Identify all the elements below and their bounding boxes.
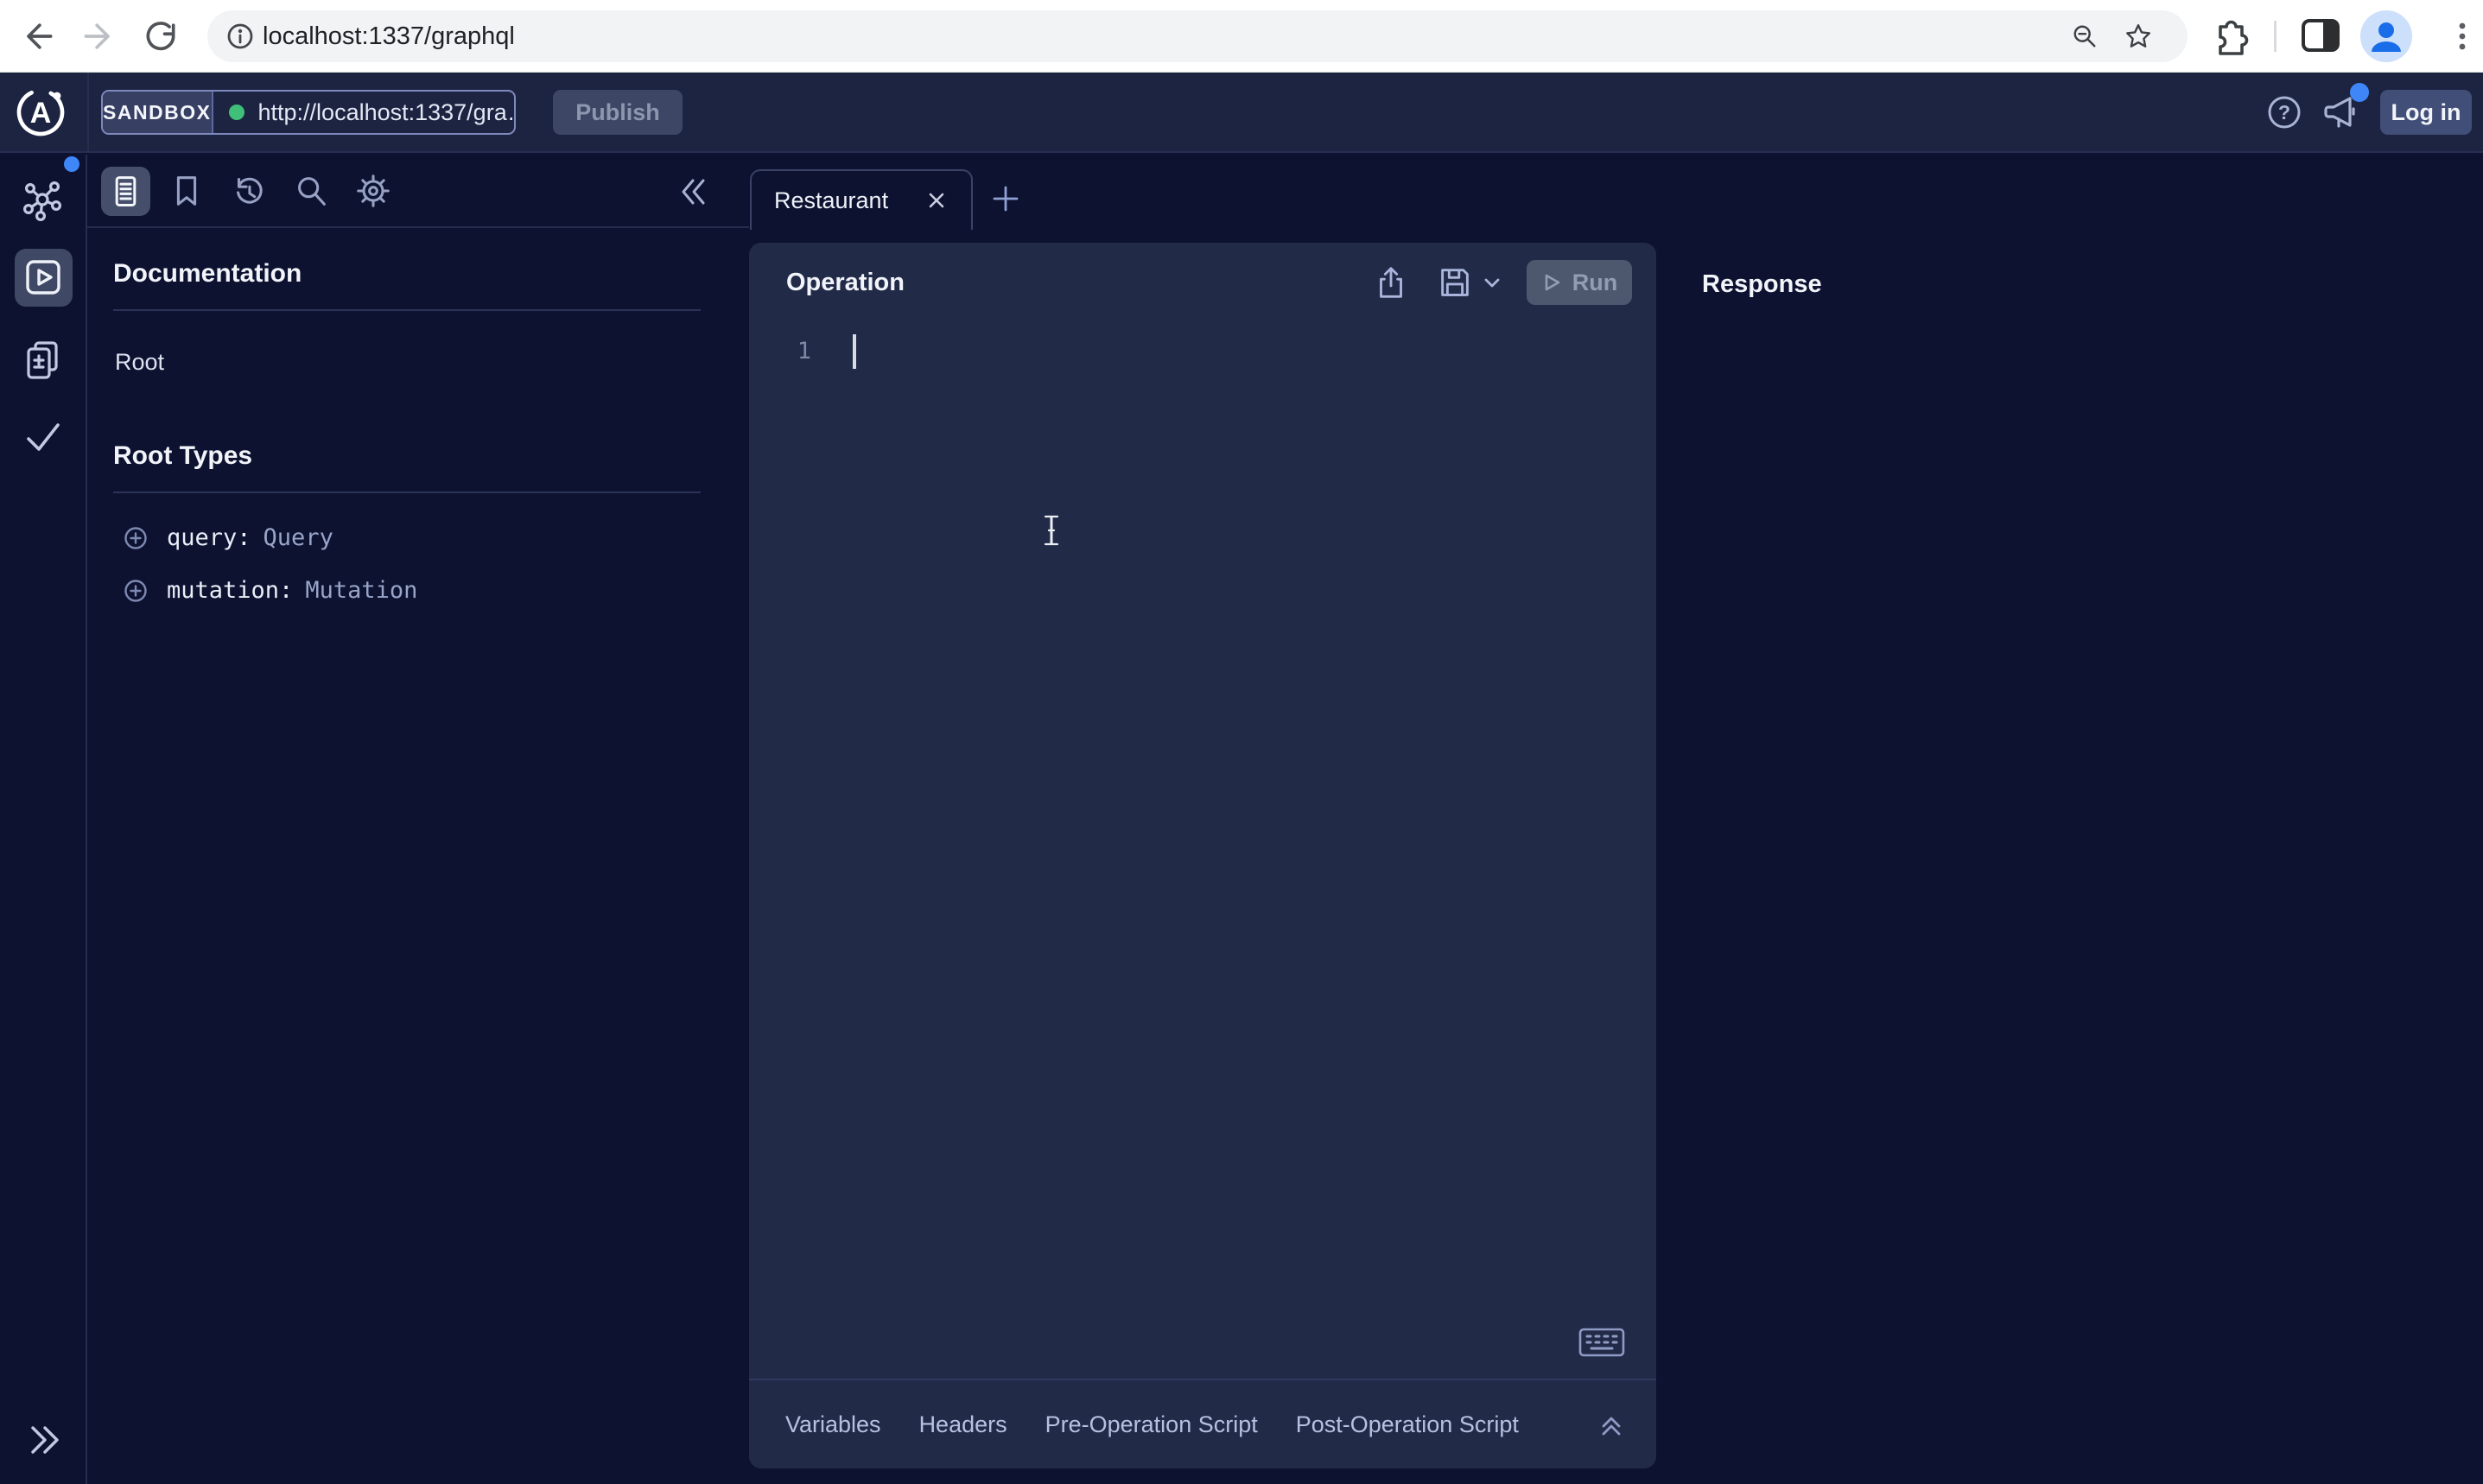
operation-header: Operation Run — [749, 243, 1656, 322]
left-rail — [0, 155, 87, 1484]
header-divider — [87, 73, 89, 153]
documentation-panel: Documentation Root Root Types query: Quer… — [87, 155, 749, 1484]
settings-gear-icon[interactable] — [353, 171, 393, 211]
bookmark-icon[interactable] — [167, 171, 206, 211]
publish-button[interactable]: Publish — [553, 90, 683, 135]
operation-collection-icon[interactable] — [21, 337, 66, 382]
field-type[interactable]: Mutation — [305, 577, 417, 604]
endpoint-url[interactable]: http://localhost:1337/gra… — [258, 99, 516, 126]
pre-operation-script-tab[interactable]: Pre-Operation Script — [1045, 1411, 1258, 1438]
root-type-row-query: query: Query — [124, 524, 701, 551]
checks-icon[interactable] — [21, 415, 66, 460]
operation-footer: Variables Headers Pre-Operation Script P… — [749, 1379, 1656, 1468]
apollo-logo[interactable]: A — [13, 85, 68, 140]
help-icon[interactable]: ? — [2262, 90, 2307, 135]
kebab-menu-icon[interactable] — [2442, 16, 2483, 57]
svg-text:?: ? — [2278, 101, 2290, 124]
extensions-icon[interactable] — [2208, 16, 2250, 57]
connection-status-dot — [229, 105, 244, 120]
operation-panel: Operation Run 1 Variables Heade — [749, 243, 1656, 1468]
rail-item-explorer-active[interactable] — [15, 249, 73, 307]
doc-title: Documentation — [113, 259, 701, 289]
zoom-out-icon[interactable] — [2072, 23, 2098, 49]
post-operation-script-tab[interactable]: Post-Operation Script — [1296, 1411, 1519, 1438]
info-icon[interactable] — [226, 22, 254, 50]
save-group[interactable] — [1435, 263, 1502, 302]
star-icon[interactable] — [2124, 22, 2153, 51]
forward-icon[interactable] — [79, 17, 117, 55]
app-body: Documentation Root Root Types query: Quer… — [0, 155, 2483, 1484]
sandbox-badge[interactable]: SANDBOX — [103, 92, 213, 133]
operation-editor[interactable]: 1 — [749, 322, 1656, 1379]
play-icon — [1541, 272, 1562, 293]
schema-graph-icon[interactable] — [21, 181, 66, 225]
new-tab-icon[interactable] — [989, 182, 1022, 215]
svg-text:A: A — [30, 97, 52, 130]
field-name[interactable]: mutation: — [167, 577, 293, 604]
doc-root-link[interactable]: Root — [115, 349, 701, 376]
divider — [113, 491, 701, 493]
side-panel-icon[interactable] — [2300, 16, 2341, 57]
schema-notification-dot — [64, 156, 79, 172]
keyboard-icon[interactable] — [1578, 1327, 1625, 1358]
doc-content: Documentation Root Root Types query: Quer… — [87, 228, 749, 604]
plus-circle-icon[interactable] — [124, 579, 148, 603]
headers-tab[interactable]: Headers — [919, 1411, 1007, 1438]
close-icon[interactable] — [924, 188, 949, 212]
divider — [113, 309, 701, 311]
sandbox-header: A SANDBOX http://localhost:1337/gra… Pub… — [0, 73, 2483, 153]
response-title: Response — [1702, 270, 1822, 299]
address-bar[interactable]: localhost:1337/graphql — [207, 10, 2188, 62]
operation-title: Operation — [786, 269, 1347, 297]
back-icon[interactable] — [19, 17, 57, 55]
text-cursor — [1041, 514, 1062, 547]
root-type-row-mutation: mutation: Mutation — [124, 577, 701, 604]
notification-dot — [2350, 83, 2369, 102]
expand-icon[interactable] — [21, 1417, 66, 1462]
plus-circle-icon[interactable] — [124, 526, 148, 550]
search-icon[interactable] — [291, 171, 331, 211]
browser-toolbar: localhost:1337/graphql — [0, 0, 2483, 73]
tab-label: Restaurant — [774, 187, 924, 214]
doc-tab-documentation-active[interactable] — [101, 167, 150, 216]
documentation-icon — [106, 172, 145, 211]
reload-icon[interactable] — [142, 17, 180, 55]
tab-restaurant[interactable]: Restaurant — [750, 169, 973, 230]
endpoint-control: SANDBOX http://localhost:1337/gra… — [101, 90, 516, 135]
login-button[interactable]: Log in — [2380, 90, 2472, 135]
main-area: Restaurant Operation Run 1 — [749, 155, 2483, 1484]
root-types-title: Root Types — [113, 441, 701, 471]
save-icon — [1435, 263, 1475, 302]
announcements-button[interactable] — [2319, 90, 2364, 135]
share-icon[interactable] — [1371, 263, 1411, 302]
variables-tab[interactable]: Variables — [785, 1411, 881, 1438]
person-icon — [2360, 10, 2412, 62]
chevron-down-icon — [1482, 272, 1502, 293]
url-text[interactable]: localhost:1337/graphql — [263, 10, 515, 62]
toolbar-divider — [2274, 21, 2277, 52]
profile-avatar[interactable] — [2360, 10, 2412, 62]
explorer-icon — [21, 255, 66, 300]
text-caret — [853, 334, 856, 369]
collapse-up-icon[interactable] — [1596, 1409, 1627, 1440]
field-name[interactable]: query: — [167, 524, 251, 551]
endpoint-input[interactable]: http://localhost:1337/gra… — [213, 92, 516, 133]
line-number: 1 — [784, 338, 811, 365]
history-icon[interactable] — [229, 171, 269, 211]
doc-toolbar — [87, 155, 749, 228]
collapse-panel-icon[interactable] — [675, 173, 713, 211]
run-label: Run — [1572, 270, 1617, 296]
field-type[interactable]: Query — [264, 524, 333, 551]
run-button[interactable]: Run — [1527, 260, 1632, 305]
